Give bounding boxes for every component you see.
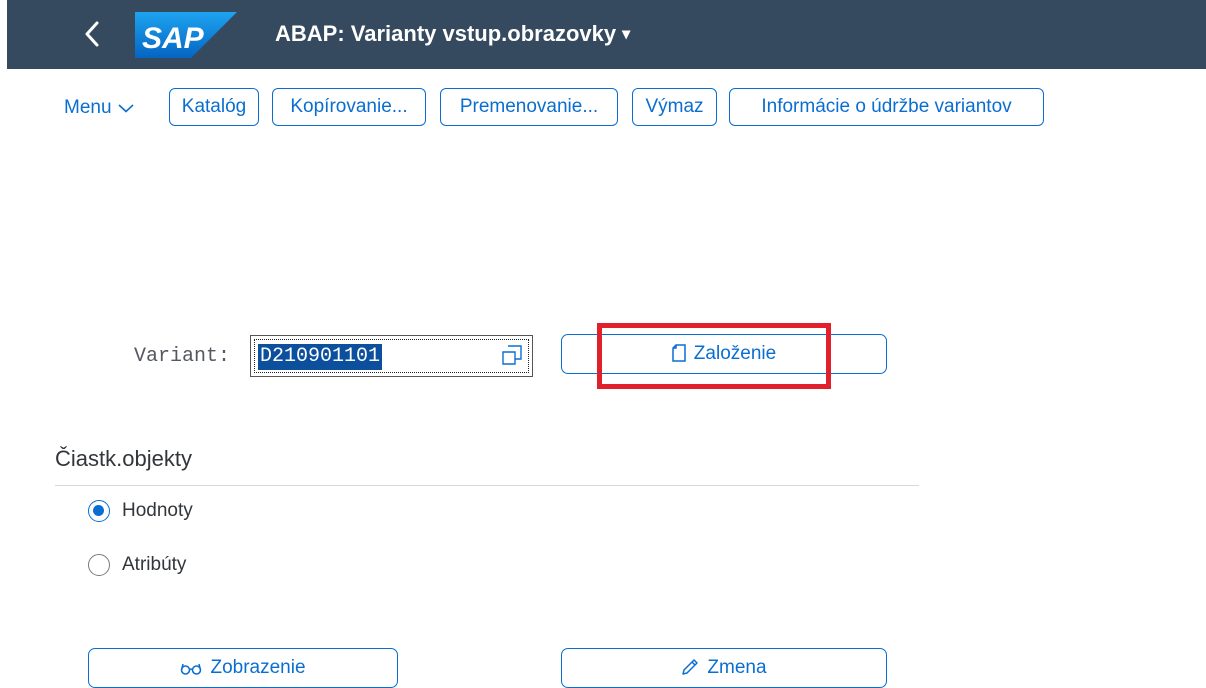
value-help-icon[interactable] [500,343,524,367]
display-button-label: Zobrazenie [210,657,306,678]
toolbar: Menu Katalóg Kopírovanie... Premenovanie… [0,88,1206,128]
title-dropdown-caret: ▾ [622,26,631,43]
page-title[interactable]: ABAP: Varianty vstup.obrazovky ▾ [275,20,630,49]
catalog-button[interactable]: Katalóg [169,88,259,126]
radio-button-checked[interactable] [88,499,110,522]
sap-logo: SAP [135,12,237,58]
change-button[interactable]: Zmena [561,648,887,688]
menu-button[interactable]: Menu [64,88,134,128]
highlight-frame [597,323,831,389]
chevron-left-icon [85,21,99,47]
chevron-down-icon [117,104,134,113]
back-button[interactable] [77,16,107,52]
variant-info-button[interactable]: Informácie o údržbe variantov [729,88,1044,126]
copy-button[interactable]: Kopírovanie... [272,88,426,126]
radio-button-unchecked[interactable] [88,553,110,576]
subobjects-title: Čiastk.objekty [55,446,192,471]
change-button-label: Zmena [707,657,767,678]
pencil-icon [682,659,699,675]
variant-value: D210901101 [258,344,383,370]
glasses-icon [181,663,202,675]
variant-label: Variant: [134,345,231,368]
menu-label: Menu [64,97,112,118]
shell-bar: SAP ABAP: Varianty vstup.obrazovky ▾ [7,0,1206,69]
display-button[interactable]: Zobrazenie [88,648,398,688]
variant-input[interactable]: D210901101 [250,335,533,377]
radio-attributes-label: Atribúty [122,554,187,575]
rename-button[interactable]: Premenovanie... [440,88,618,126]
svg-text:SAP: SAP [142,22,205,55]
section-divider [55,485,919,486]
title-text: ABAP: Varianty vstup.obrazovky [275,21,617,46]
radio-values-label: Hodnoty [122,500,193,521]
radio-attributes[interactable]: Atribúty [88,550,186,580]
radio-values[interactable]: Hodnoty [88,496,193,526]
delete-button[interactable]: Výmaz [632,88,717,126]
